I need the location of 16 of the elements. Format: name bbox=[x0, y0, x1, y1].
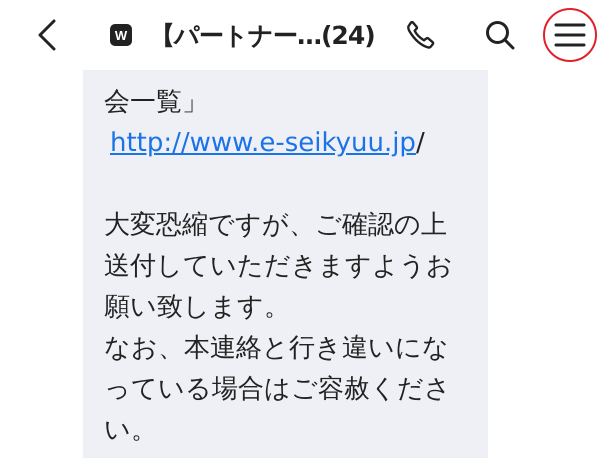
message-text: / bbox=[416, 128, 425, 158]
phone-icon bbox=[404, 19, 436, 51]
message-text: っている場合はご容赦くださ bbox=[104, 374, 451, 404]
message-text: い。 bbox=[104, 415, 157, 445]
menu-icon bbox=[554, 22, 586, 48]
message-text: 会一覧」 bbox=[104, 87, 208, 117]
message-text: なお、本連絡と行き違いにな bbox=[104, 333, 449, 363]
app-logo: W bbox=[110, 24, 132, 46]
back-icon bbox=[37, 19, 57, 51]
message-text: 送付していただきますようお bbox=[104, 251, 453, 281]
message-text: 大変恐縮ですが、ご確認の上 bbox=[104, 210, 447, 240]
url-link[interactable]: http://www.e-seikyuu.jp bbox=[110, 128, 416, 158]
search-icon bbox=[484, 19, 516, 51]
chat-title: 【パートナー…(24) bbox=[150, 20, 376, 52]
menu-button[interactable] bbox=[543, 8, 597, 62]
message-text: 願い致します。 bbox=[104, 292, 290, 322]
